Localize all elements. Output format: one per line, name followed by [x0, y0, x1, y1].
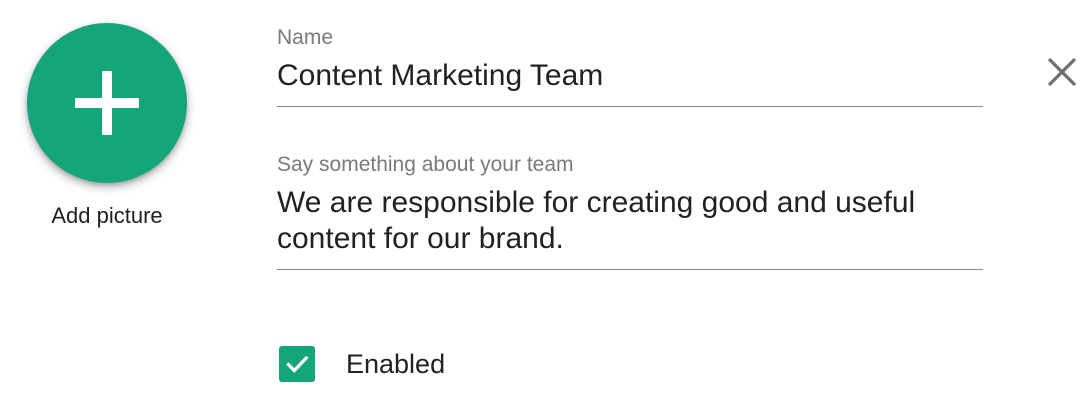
description-field[interactable]: Say something about your team We are res…	[277, 153, 983, 270]
close-icon	[1047, 57, 1077, 87]
name-field-underline	[277, 106, 983, 107]
avatar-section: Add picture	[27, 23, 187, 228]
name-field[interactable]: Name Content Marketing Team	[277, 26, 983, 107]
add-picture-button[interactable]	[27, 23, 187, 183]
name-field-label: Name	[277, 26, 334, 49]
team-editor-form: Add picture Name Content Marketing Team …	[0, 0, 1089, 417]
enabled-checkbox[interactable]	[279, 346, 315, 382]
add-picture-label[interactable]: Add picture	[7, 203, 207, 229]
check-icon	[286, 355, 309, 373]
description-field-label: Say something about your team	[277, 153, 574, 176]
enabled-toggle[interactable]: Enabled	[279, 346, 445, 382]
close-button[interactable]	[1042, 52, 1082, 92]
name-input[interactable]: Content Marketing Team	[277, 58, 983, 94]
description-input[interactable]: We are responsible for creating good and…	[277, 185, 983, 257]
description-field-underline	[277, 269, 983, 270]
enabled-label[interactable]: Enabled	[346, 349, 445, 380]
plus-icon	[75, 71, 139, 135]
